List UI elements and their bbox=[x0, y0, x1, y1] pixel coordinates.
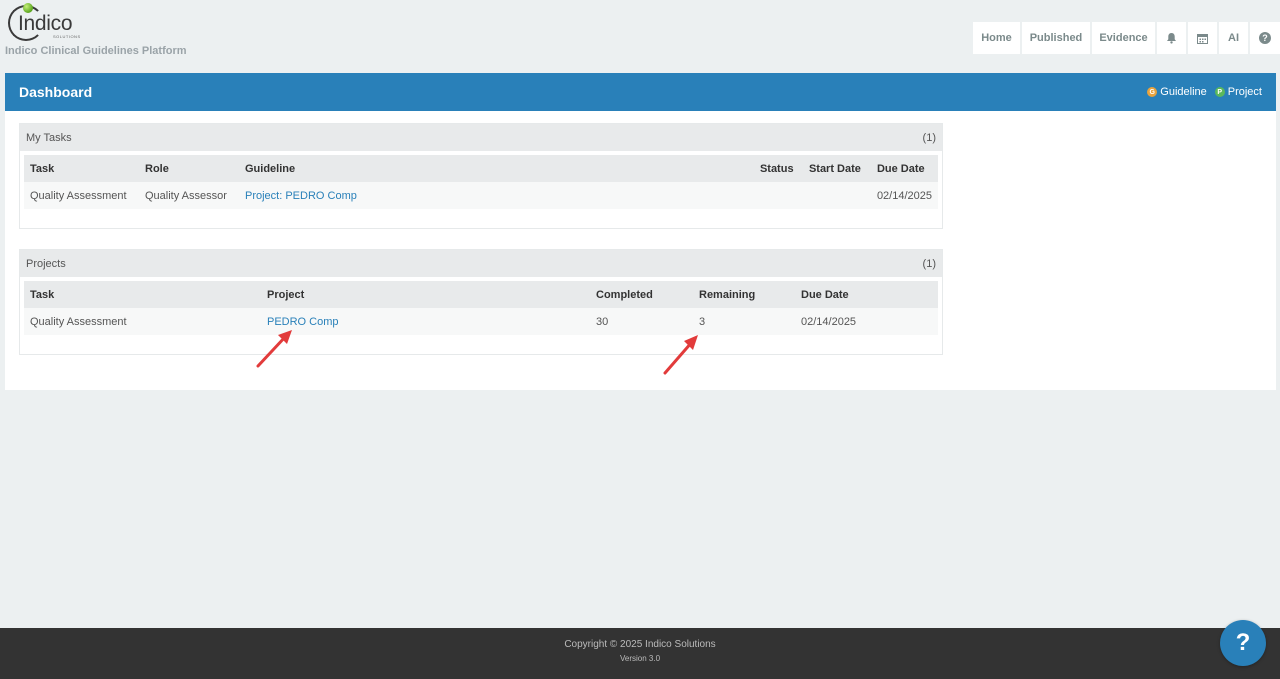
col-task[interactable]: Task bbox=[24, 281, 261, 308]
col-remaining[interactable]: Remaining bbox=[693, 281, 795, 308]
page-footer: Copyright © 2025 Indico Solutions Versio… bbox=[0, 628, 1280, 679]
nav-evidence[interactable]: Evidence bbox=[1092, 22, 1155, 54]
platform-tagline: Indico Clinical Guidelines Platform bbox=[5, 45, 187, 57]
logo-text: Indico bbox=[18, 12, 73, 35]
col-project[interactable]: Project bbox=[261, 281, 590, 308]
legend-guideline: G Guideline bbox=[1147, 86, 1207, 98]
top-nav: Home Published Evidence AI ? bbox=[971, 22, 1280, 54]
logo-subtext: SOLUTIONS bbox=[53, 34, 81, 39]
projects-title: Projects bbox=[26, 257, 66, 270]
col-role[interactable]: Role bbox=[139, 155, 239, 182]
col-start-date[interactable]: Start Date bbox=[802, 155, 871, 182]
col-due-date[interactable]: Due Date bbox=[795, 281, 938, 308]
my-tasks-table: Task Role Guideline Status Start Date Du… bbox=[24, 155, 938, 209]
footer-version: Version 3.0 bbox=[619, 654, 661, 663]
cell-status bbox=[753, 182, 803, 209]
help-button[interactable]: ? bbox=[1250, 22, 1280, 54]
table-row: Quality Assessment PEDRO Comp 30 3 02/14… bbox=[24, 308, 938, 335]
cell-start-date bbox=[802, 182, 871, 209]
nav-home[interactable]: Home bbox=[973, 22, 1020, 54]
cell-task: Quality Assessment bbox=[24, 182, 139, 209]
table-row: Quality Assessment Quality Assessor Proj… bbox=[24, 182, 938, 209]
legend-project-label: Project bbox=[1227, 86, 1262, 98]
footer-copyright: Copyright © 2025 Indico Solutions bbox=[564, 639, 716, 650]
annotation-arrow-icon bbox=[663, 335, 698, 375]
col-task[interactable]: Task bbox=[24, 155, 139, 182]
svg-text:?: ? bbox=[1262, 33, 1268, 43]
dashboard-panel: Dashboard G Guideline P Project My Tasks… bbox=[5, 73, 1276, 390]
help-circle-icon: ? bbox=[1259, 32, 1271, 44]
nav-ai[interactable]: AI bbox=[1219, 22, 1248, 54]
col-completed[interactable]: Completed bbox=[590, 281, 693, 308]
col-due-date[interactable]: Due Date bbox=[870, 155, 938, 182]
nav-published[interactable]: Published bbox=[1022, 22, 1090, 54]
notifications-button[interactable] bbox=[1157, 22, 1186, 54]
legend-project: P Project bbox=[1214, 86, 1262, 98]
page-title: Dashboard bbox=[19, 84, 93, 100]
calendar-button[interactable] bbox=[1188, 22, 1217, 54]
annotation-arrow-icon bbox=[256, 330, 292, 368]
cell-role: Quality Assessor bbox=[139, 182, 239, 209]
legend-guideline-label: Guideline bbox=[1160, 86, 1207, 98]
my-tasks-header[interactable]: My Tasks (1) bbox=[20, 124, 942, 151]
table-header-row: Task Role Guideline Status Start Date Du… bbox=[24, 155, 938, 182]
my-tasks-count: (1) bbox=[922, 131, 936, 144]
cell-task: Quality Assessment bbox=[24, 308, 261, 335]
col-status[interactable]: Status bbox=[753, 155, 803, 182]
projects-table: Task Project Completed Remaining Due Dat… bbox=[24, 281, 938, 335]
table-header-row: Task Project Completed Remaining Due Dat… bbox=[24, 281, 938, 308]
cell-project: PEDRO Comp bbox=[261, 308, 590, 335]
legend: G Guideline P Project bbox=[1139, 86, 1262, 98]
cell-due-date: 02/14/2025 bbox=[795, 308, 938, 335]
projects-header[interactable]: Projects (1) bbox=[20, 250, 942, 277]
cell-guideline: Project: PEDRO Comp bbox=[239, 182, 754, 209]
bell-icon bbox=[1167, 33, 1176, 44]
help-fab-button[interactable]: ? bbox=[1220, 620, 1266, 666]
projects-section: Projects (1) Task Project Completed Rema… bbox=[19, 249, 943, 355]
my-tasks-title: My Tasks bbox=[26, 131, 72, 144]
project-badge-icon: P bbox=[1214, 87, 1225, 97]
col-guideline[interactable]: Guideline bbox=[239, 155, 754, 182]
projects-count: (1) bbox=[922, 257, 936, 270]
cell-remaining: 3 bbox=[693, 308, 795, 335]
panel-header: Dashboard G Guideline P Project bbox=[5, 73, 1276, 111]
calendar-icon bbox=[1197, 33, 1208, 44]
my-tasks-section: My Tasks (1) Task Role Guideline Status … bbox=[19, 123, 943, 229]
brand-logo[interactable]: Indico SOLUTIONS bbox=[6, 2, 86, 42]
cell-due-date: 02/14/2025 bbox=[870, 182, 938, 209]
guideline-link[interactable]: Project: PEDRO Comp bbox=[245, 190, 357, 202]
guideline-badge-icon: G bbox=[1147, 87, 1158, 97]
